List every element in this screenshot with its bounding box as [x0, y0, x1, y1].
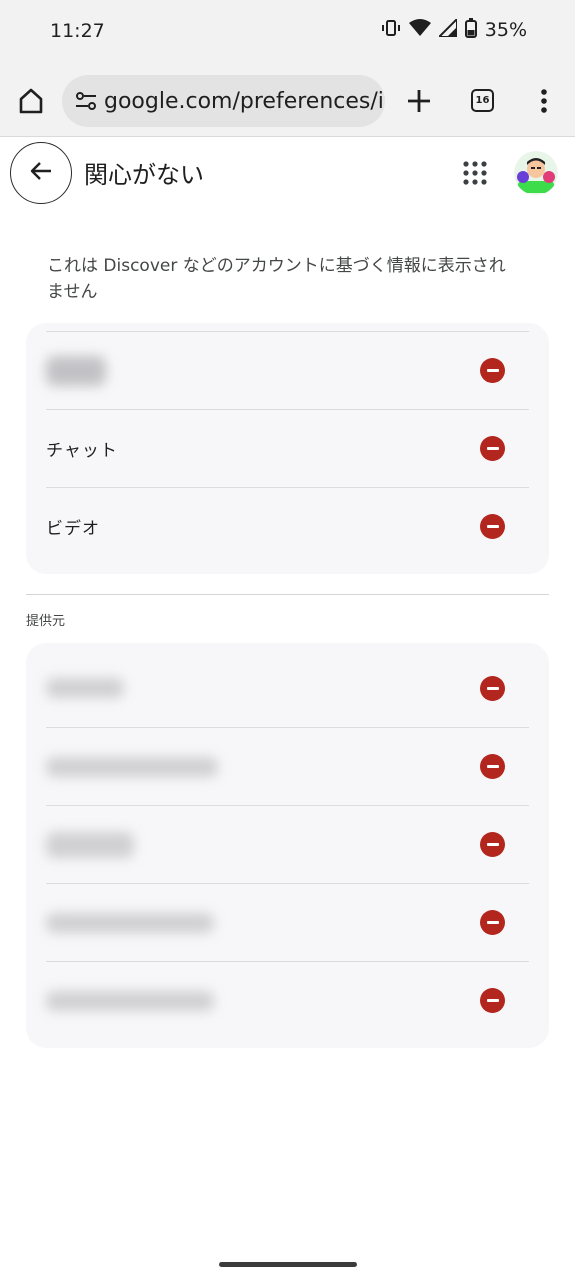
status-time: 11:27 — [50, 20, 105, 42]
blurred-label — [46, 912, 214, 933]
avatar[interactable] — [514, 151, 558, 195]
plus-icon[interactable] — [404, 86, 434, 116]
status-icons: 35% — [381, 16, 527, 42]
remove-icon[interactable] — [480, 675, 505, 701]
section-label-providers: 提供元 — [26, 614, 66, 629]
battery-percent: 35% — [484, 19, 527, 41]
tab-switcher-icon[interactable]: 16 — [471, 89, 494, 112]
remove-icon[interactable] — [480, 910, 505, 935]
page-description: これは Discover などのアカウントに基づく情報に表示されません — [47, 256, 506, 302]
blurred-label — [46, 355, 106, 386]
list-item — [46, 805, 529, 883]
list-item-label: ビデオ — [46, 519, 100, 539]
list-item: ビデオ — [46, 487, 529, 565]
interests-card: チャット ビデオ — [26, 323, 549, 574]
interests-list: チャット ビデオ — [46, 331, 529, 565]
list-item: チャット — [46, 409, 529, 487]
gesture-bar[interactable] — [219, 1262, 357, 1267]
section-divider — [26, 594, 549, 595]
wifi-icon — [408, 19, 431, 41]
back-button[interactable] — [10, 142, 72, 204]
list-item-label: チャット — [46, 441, 118, 461]
providers-list — [46, 649, 529, 1039]
list-item — [46, 649, 529, 727]
remove-icon[interactable] — [480, 754, 505, 779]
vibrate-icon — [381, 18, 401, 42]
page-title: 関心がない — [84, 161, 204, 189]
status-bar: 11:27 35% — [0, 0, 575, 64]
arrow-back-icon — [28, 158, 54, 188]
apps-grid-icon[interactable] — [463, 161, 487, 185]
more-vert-icon[interactable] — [530, 86, 558, 116]
home-icon[interactable] — [16, 86, 46, 116]
signal-icon — [436, 16, 458, 41]
providers-card — [26, 643, 549, 1048]
remove-icon[interactable] — [480, 988, 505, 1013]
blurred-label — [46, 678, 124, 698]
browser-toolbar: google.com/preferences/i 16 — [0, 64, 575, 137]
tune-icon[interactable] — [74, 89, 98, 113]
url-text: google.com/preferences/i — [104, 88, 384, 114]
remove-icon[interactable] — [480, 514, 505, 539]
remove-icon[interactable] — [480, 358, 505, 383]
url-bar[interactable]: google.com/preferences/i — [62, 75, 385, 127]
blurred-label — [46, 831, 134, 858]
list-item — [46, 883, 529, 961]
remove-icon[interactable] — [480, 436, 505, 461]
remove-icon[interactable] — [480, 832, 505, 857]
battery-icon — [464, 18, 477, 42]
blurred-label — [46, 990, 214, 1011]
list-item — [46, 331, 529, 409]
list-item — [46, 961, 529, 1039]
list-item — [46, 727, 529, 805]
blurred-label — [46, 756, 218, 777]
